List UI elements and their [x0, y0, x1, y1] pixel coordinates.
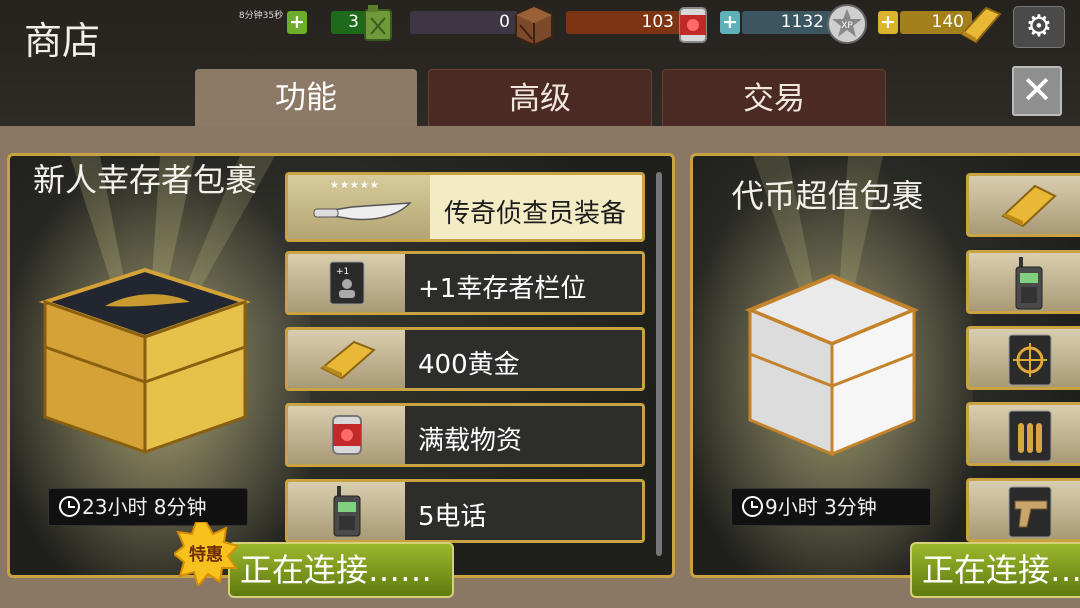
cans-value: 103	[641, 12, 674, 32]
page-title: 商店	[24, 19, 101, 63]
food-can-icon	[679, 7, 707, 43]
item-legendary-scout-gear[interactable]: ★★★★★ 传奇侦查员装备	[285, 172, 645, 242]
knife-icon	[313, 202, 412, 221]
add-gold-plus-icon[interactable]: +	[878, 11, 898, 34]
survivor-slot-card-icon: +1	[329, 261, 365, 305]
item-400-gold[interactable]: 400黄金	[285, 327, 645, 391]
item-label: +1幸存者栏位	[418, 274, 587, 304]
fuel-refill-timer: 8分钟35秒	[238, 11, 284, 21]
right-timer-text: 9小时 3分钟	[765, 495, 877, 519]
settings-button[interactable]: ⚙	[1013, 6, 1065, 48]
add-xp-plus-icon[interactable]: +	[720, 11, 740, 34]
jerrycan-icon	[364, 5, 392, 41]
walkie-talkie-icon	[1015, 257, 1043, 310]
item-full-supplies[interactable]: 满载物资	[285, 403, 645, 467]
right-item-gold[interactable]	[966, 173, 1080, 237]
cans-counter: 103	[566, 11, 682, 34]
supplies-counter: 0	[410, 11, 518, 34]
rarity-stars: ★★★★★	[330, 180, 380, 191]
close-button[interactable]: ✕	[1012, 66, 1062, 116]
gold-bar-icon	[1001, 184, 1057, 228]
svg-text:+1: +1	[336, 267, 349, 277]
item-label: 5电话	[418, 502, 487, 532]
food-can-icon	[332, 415, 362, 455]
clock-icon	[59, 496, 80, 517]
right-item-bullets[interactable]	[966, 402, 1080, 466]
tab-trade[interactable]: 交易	[662, 69, 886, 128]
close-icon: ✕	[1021, 68, 1053, 112]
crosshair-card-icon	[1008, 334, 1052, 386]
right-item-crosshair[interactable]	[966, 326, 1080, 390]
right-offer-timer: 9小时 3分钟	[731, 488, 931, 526]
item-survivor-slot[interactable]: +1 +1幸存者栏位	[285, 251, 645, 315]
gear-icon: ⚙	[1025, 9, 1053, 44]
white-gold-chest-icon	[744, 273, 920, 457]
pistol-card-icon	[1008, 486, 1052, 538]
add-fuel-plus-icon[interactable]: +	[287, 11, 307, 34]
item-label: 传奇侦查员装备	[444, 199, 627, 229]
walkie-talkie-icon	[333, 486, 361, 537]
item-5-phones[interactable]: 5电话	[285, 479, 645, 543]
right-item-phone[interactable]	[966, 250, 1080, 314]
left-timer-text: 23小时 8分钟	[82, 495, 207, 519]
item-list-scrollbar[interactable]	[656, 172, 662, 556]
clock-icon	[742, 496, 763, 517]
black-gold-chest-icon	[38, 267, 250, 455]
left-offer-timer: 23小时 8分钟	[48, 488, 248, 526]
promo-badge: 特惠	[189, 545, 223, 565]
tab-premium[interactable]: 高级	[428, 69, 652, 128]
item-label: 400黄金	[418, 350, 520, 380]
svg-text:XP: XP	[841, 21, 853, 31]
gold-bar-icon	[960, 6, 1002, 44]
xp-counter: 1132	[742, 11, 832, 34]
xp-value: 1132	[780, 12, 824, 32]
supplies-value: 0	[499, 12, 510, 32]
left-buy-label: 正在连接……	[240, 551, 433, 589]
right-item-pistol[interactable]	[966, 478, 1080, 542]
tab-features[interactable]: 功能	[195, 69, 417, 127]
right-buy-button[interactable]: 正在连接……	[910, 542, 1080, 598]
gold-bar-icon	[320, 340, 376, 380]
xp-badge-icon: XP	[827, 4, 867, 44]
left-buy-button[interactable]: 正在连接……	[228, 542, 454, 598]
item-label: 满载物资	[418, 426, 523, 456]
wooden-crate-icon	[515, 5, 553, 45]
right-panel-title: 代币超值包裹	[731, 177, 924, 215]
bullets-card-icon	[1008, 410, 1052, 462]
left-panel-title: 新人幸存者包裹	[32, 161, 257, 199]
right-buy-label: 正在连接……	[922, 551, 1080, 589]
fuel-value: 3	[348, 12, 359, 32]
